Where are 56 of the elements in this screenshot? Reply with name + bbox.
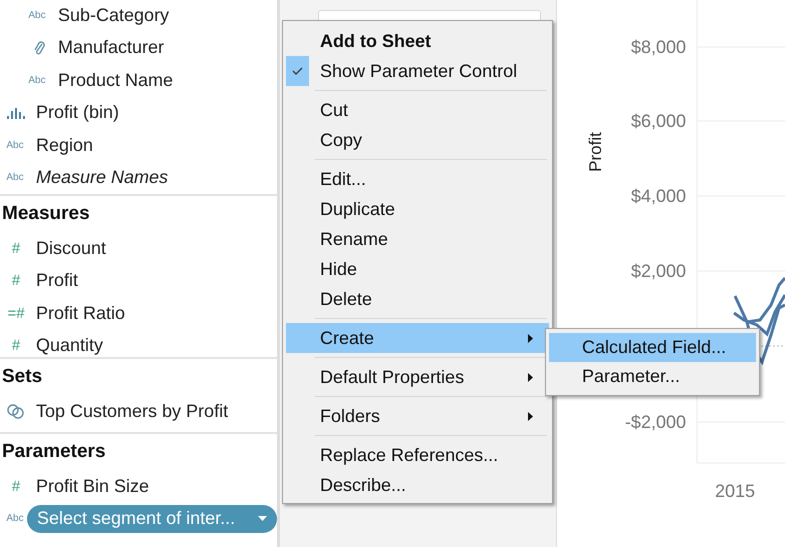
field-item[interactable]: Profit (bin) <box>36 102 120 124</box>
field-item[interactable]: Measure Names <box>36 167 168 188</box>
axis-tick-label: $2,000 <box>630 261 686 281</box>
bar-chart-icon <box>7 106 25 119</box>
field-item[interactable]: Region <box>36 134 94 156</box>
field-item[interactable]: Discount <box>36 238 106 259</box>
field-item[interactable]: Product Name <box>58 70 174 91</box>
caret-icon <box>258 516 267 522</box>
submenu-arrow-icon <box>528 412 533 420</box>
menu-item[interactable]: Duplicate <box>286 194 549 224</box>
section-header: Sets <box>1 365 44 389</box>
field-item[interactable]: Profit Ratio <box>36 302 126 324</box>
checkmark-icon <box>292 67 303 75</box>
axis-tick-label: $8,000 <box>630 37 686 57</box>
menu-item[interactable]: Delete <box>286 284 549 314</box>
string-type-icon: Abc <box>28 10 46 21</box>
field-item[interactable]: Top Customers by Profit <box>36 400 228 422</box>
menu-item[interactable]: Folders <box>286 401 549 431</box>
axis-tick-label: $4,000 <box>630 186 686 206</box>
menu-item[interactable]: Show Parameter Control <box>286 56 549 86</box>
field-item[interactable]: Sub-Category <box>58 4 170 26</box>
number-type-icon: # <box>12 337 20 354</box>
menu-item[interactable]: Copy <box>286 125 549 155</box>
section-header: Parameters <box>1 440 107 464</box>
menu-item[interactable]: Replace References... <box>286 440 549 470</box>
menu-item[interactable]: Parameter... <box>549 362 756 391</box>
string-type-icon: Abc <box>6 140 24 151</box>
menu-item[interactable]: Add to Sheet <box>286 26 549 56</box>
menu-item[interactable]: Edit... <box>286 164 549 194</box>
field-item[interactable]: Quantity <box>36 335 104 356</box>
set-circles-icon <box>7 404 25 419</box>
axis-tick-label: $6,000 <box>630 111 686 131</box>
calculated-number-icon: =# <box>7 304 25 322</box>
field-item[interactable]: Profit <box>36 270 78 292</box>
string-type-icon: Abc <box>28 74 46 86</box>
submenu-arrow-icon <box>528 334 533 342</box>
axis-tick-label: -$2,000 <box>624 412 686 432</box>
axis-title: Profit <box>586 132 605 172</box>
string-type-icon: Abc <box>6 172 24 184</box>
menu-item[interactable]: Hide <box>286 254 549 284</box>
number-type-icon: # <box>12 240 20 257</box>
string-type-icon: Abc <box>6 513 24 524</box>
menu-item[interactable]: Cut <box>286 95 549 125</box>
field-item[interactable]: Profit Bin Size <box>36 476 150 497</box>
submenu-arrow-icon <box>528 372 533 382</box>
menu-item[interactable]: Describe... <box>286 470 549 500</box>
section-header: Measures <box>1 202 91 226</box>
menu-item[interactable]: Default Properties <box>286 362 549 392</box>
paperclip-icon <box>33 40 45 56</box>
field-item[interactable]: Manufacturer <box>58 37 164 58</box>
menu-item[interactable]: Create <box>286 323 549 353</box>
menu-item[interactable]: Calculated Field... <box>549 333 756 362</box>
axis-tick-label: 2015 <box>714 481 756 501</box>
number-type-icon: # <box>12 478 20 495</box>
menu-item[interactable]: Rename <box>286 224 549 254</box>
number-type-icon: # <box>12 272 20 290</box>
